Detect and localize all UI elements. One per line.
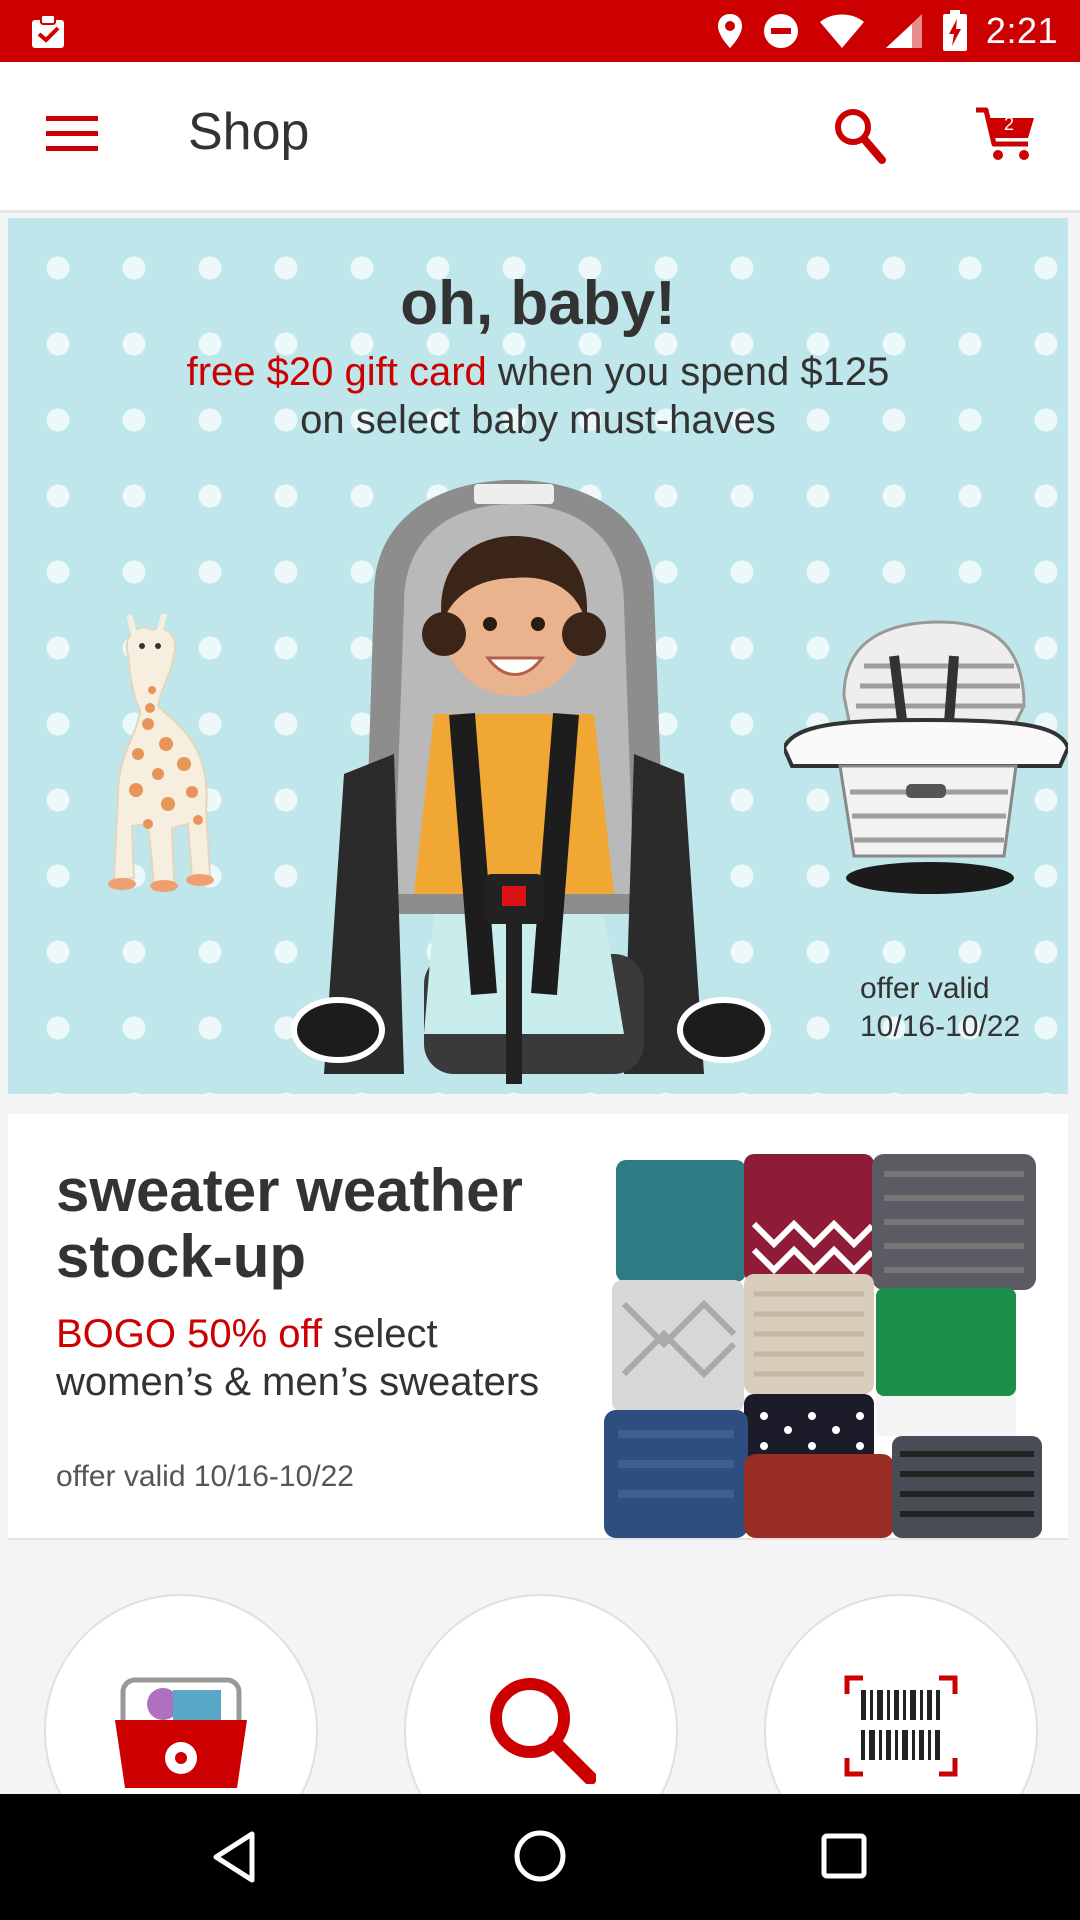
- sweater-promo-line2: women’s & men’s sweaters: [56, 1360, 540, 1404]
- search-icon: [490, 1678, 596, 1784]
- sweaters-image: [604, 1154, 1042, 1538]
- menu-icon[interactable]: [46, 112, 98, 156]
- baby-banner-heading: oh, baby!: [400, 269, 676, 338]
- baby-banner-promo: free $20 gift card when you spend $125: [8, 350, 1068, 395]
- status-bar: 2:21: [0, 0, 1080, 62]
- back-icon[interactable]: [210, 1830, 258, 1884]
- search-icon[interactable]: [832, 106, 886, 166]
- baby-offer-label: offer valid: [860, 972, 990, 1005]
- cell-signal-icon: [885, 14, 922, 48]
- home-icon[interactable]: [512, 1828, 568, 1884]
- clipboard-check-icon: [32, 14, 64, 48]
- do-not-disturb-icon: [763, 14, 798, 48]
- giraffe-toy-image: [108, 614, 214, 892]
- battery-charging-icon: [942, 10, 967, 51]
- cart-count-badge: 2: [1003, 114, 1014, 134]
- sweater-heading-line1: sweater weather: [56, 1157, 523, 1224]
- baby-promo-highlight: free $20 gift card: [186, 350, 487, 394]
- baby-promo-banner[interactable]: oh, baby! free $20 gift card when you sp…: [8, 218, 1068, 1094]
- system-nav-bar: [0, 1794, 1080, 1920]
- high-chair-image: [784, 620, 1068, 894]
- sweater-banner-promo: BOGO 50% off select women’s & men’s swea…: [56, 1310, 616, 1406]
- sweater-heading-line2: stock-up: [56, 1223, 307, 1290]
- location-icon: [717, 14, 742, 48]
- car-seat-image: [291, 480, 771, 1084]
- app-bar: Shop 2: [0, 62, 1080, 213]
- sweater-banner-heading: sweater weather stock-up: [56, 1158, 616, 1290]
- page-title: Shop: [188, 103, 310, 161]
- baby-offer-valid: offer valid 10/16-10/22: [860, 970, 1020, 1046]
- wifi-icon: [819, 14, 864, 48]
- status-time: 2:21: [985, 10, 1058, 51]
- sweater-promo-highlight: BOGO 50% off: [56, 1312, 323, 1356]
- sweater-promo-banner[interactable]: sweater weather stock-up BOGO 50% off se…: [8, 1114, 1068, 1540]
- sweater-offer-valid: offer valid 10/16-10/22: [56, 1460, 354, 1493]
- recents-icon[interactable]: [820, 1832, 868, 1880]
- baby-promo-rest: when you spend $125: [486, 350, 890, 394]
- sweater-promo-rest: select: [322, 1312, 438, 1356]
- baby-banner-promo-line2: on select baby must-haves: [300, 398, 776, 442]
- basket-icon: [115, 1677, 247, 1788]
- barcode-scan-icon: [844, 1675, 958, 1777]
- baby-offer-dates: 10/16-10/22: [860, 1010, 1021, 1043]
